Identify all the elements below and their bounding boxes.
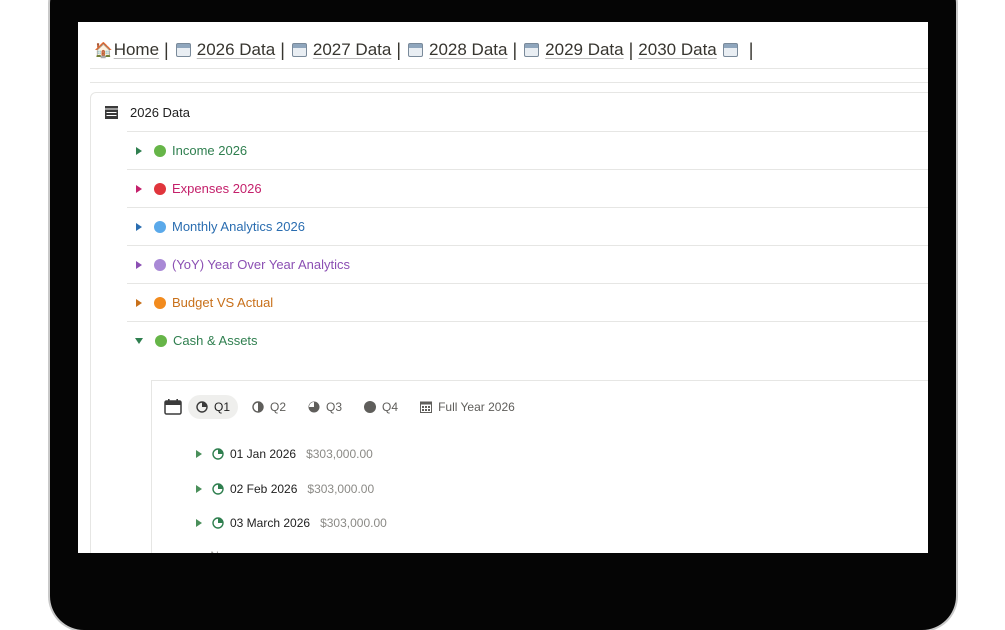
month-groups: 01 Jan 2026 $303,000.00 02 Feb 2026 $303,00… [192, 437, 387, 553]
tab-q2[interactable]: Q2 [244, 395, 294, 419]
toggle-row[interactable]: Monthly Analytics 2026 [127, 207, 928, 245]
tab-q3[interactable]: Q3 [300, 395, 350, 419]
circle-icon [154, 258, 166, 271]
block-header: 2026 Data [105, 105, 190, 120]
toggle-label: Income 2026 [172, 143, 248, 158]
calendar-icon [175, 43, 191, 57]
nav-link-2029[interactable]: 2029 Data [545, 40, 623, 60]
calendar-grid-icon [420, 401, 438, 413]
quarter-tabs: Q1 Q2 Q3 Q4 Full Year 2026 [164, 395, 529, 419]
toggle-label: (YoY) Year Over Year Analytics [172, 257, 351, 272]
pie-icon [196, 401, 214, 413]
divider [90, 68, 928, 69]
nav-link-2030[interactable]: 2030 Data [638, 40, 716, 60]
tab-q4[interactable]: Q4 [356, 395, 406, 419]
nav-separator: | [748, 39, 754, 60]
pie-icon [212, 448, 224, 460]
nav-separator: | [280, 39, 285, 60]
data-block: 2026 Data Income 2026 Expenses 2026 Monthl… [90, 92, 928, 553]
circle-icon [154, 220, 166, 233]
pie-icon [212, 483, 224, 495]
nav-link-2027[interactable]: 2027 Data [313, 40, 391, 60]
new-group-label: New group [210, 549, 268, 554]
plus-icon: + [194, 548, 202, 554]
toggle-label: Expenses 2026 [172, 181, 262, 196]
toggle-label: Cash & Assets [173, 333, 258, 348]
nav-separator: | [628, 39, 634, 60]
pie-icon [252, 401, 270, 413]
circle-icon [155, 334, 167, 347]
new-group-button[interactable]: + New group [192, 541, 387, 554]
top-navigation: 🏠 Home | 2026 Data | 2027 Data | 2028 Da… [94, 38, 758, 62]
triangle-right-icon[interactable] [136, 184, 142, 193]
tab-label: Q4 [382, 400, 399, 414]
calendar-icon [164, 399, 182, 415]
triangle-right-icon[interactable] [196, 519, 202, 528]
toggle-row[interactable]: Expenses 2026 [127, 169, 928, 207]
triangle-right-icon[interactable] [196, 450, 202, 459]
triangle-right-icon[interactable] [136, 222, 142, 231]
database-icon [105, 106, 118, 119]
toggle-row[interactable]: Income 2026 [127, 131, 928, 169]
tab-label: Q3 [326, 400, 343, 414]
app-screen: 🏠 Home | 2026 Data | 2027 Data | 2028 Da… [78, 22, 928, 553]
tab-label: Q1 [214, 400, 231, 414]
calendar-icon [722, 43, 738, 57]
divider [90, 82, 928, 83]
tab-q1[interactable]: Q1 [188, 395, 239, 419]
toggle-label: Monthly Analytics 2026 [172, 219, 305, 234]
calendar-icon [291, 43, 307, 57]
pie-icon [308, 401, 326, 413]
triangle-right-icon[interactable] [136, 298, 142, 307]
list-item[interactable]: 01 Jan 2026 $303,000.00 [192, 437, 387, 472]
circle-icon [154, 182, 166, 195]
group-amount: $303,000.00 [306, 447, 373, 462]
block-title: 2026 Data [130, 105, 190, 120]
cash-assets-group: Q1 Q2 Q3 Q4 Full Year 2026 01 Jan 2026 $303,0… [151, 380, 928, 553]
group-amount: $303,000.00 [320, 516, 387, 531]
group-label: 02 Feb 2026 [230, 481, 298, 496]
triangle-down-icon[interactable] [135, 337, 143, 344]
pie-icon [364, 401, 382, 413]
list-item[interactable]: 03 March 2026 $303,000.00 [192, 506, 387, 541]
toggle-label: Budget VS Actual [172, 295, 274, 310]
list-item[interactable]: 02 Feb 2026 $303,000.00 [192, 472, 387, 507]
circle-icon [154, 296, 166, 309]
circle-icon [154, 144, 166, 157]
toggle-row[interactable]: Budget VS Actual [127, 283, 928, 321]
toggle-list: Income 2026 Expenses 2026 Monthly Analytic… [127, 131, 928, 359]
calendar-icon [524, 43, 540, 57]
toggle-row[interactable]: Cash & Assets [127, 321, 928, 359]
tab-full-year-2026[interactable]: Full Year 2026 [412, 395, 523, 419]
toggle-row[interactable]: (YoY) Year Over Year Analytics [127, 245, 928, 283]
nav-separator: | [512, 39, 518, 60]
nav-separator: | [164, 39, 169, 60]
triangle-right-icon[interactable] [136, 260, 142, 269]
nav-link-home[interactable]: Home [114, 40, 159, 60]
nav-link-2026[interactable]: 2026 Data [197, 40, 275, 60]
triangle-right-icon[interactable] [196, 484, 202, 493]
pie-icon [212, 517, 224, 529]
nav-separator: | [396, 39, 402, 60]
triangle-right-icon[interactable] [136, 146, 142, 155]
nav-link-2028[interactable]: 2028 Data [429, 40, 507, 60]
group-amount: $303,000.00 [307, 481, 375, 496]
group-label: 03 March 2026 [230, 516, 311, 531]
tab-label: Full Year 2026 [438, 400, 515, 414]
house-icon: 🏠 [94, 42, 113, 59]
group-label: 01 Jan 2026 [230, 447, 297, 462]
calendar-icon [408, 43, 424, 57]
tab-label: Q2 [270, 400, 287, 414]
